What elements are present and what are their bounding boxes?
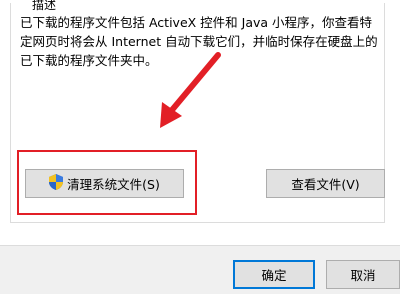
ok-button-label: 确定	[261, 268, 287, 283]
footer-divider	[0, 245, 400, 246]
clean-system-files-button[interactable]: 清理系统文件(S)	[25, 169, 184, 198]
description-text: 已下载的程序文件包括 ActiveX 控件和 Java 小程序，你查看特定网页时…	[20, 15, 378, 68]
view-files-button[interactable]: 查看文件(V)	[266, 169, 385, 198]
uac-shield-icon	[49, 174, 64, 193]
clean-button-label: 清理系统文件(S)	[67, 177, 160, 192]
cancel-button[interactable]: 取消	[326, 260, 400, 289]
cancel-button-label: 取消	[350, 268, 376, 283]
ok-button[interactable]: 确定	[233, 260, 315, 289]
view-button-label: 查看文件(V)	[291, 177, 360, 192]
groupbox-title: 描述	[31, 0, 58, 12]
